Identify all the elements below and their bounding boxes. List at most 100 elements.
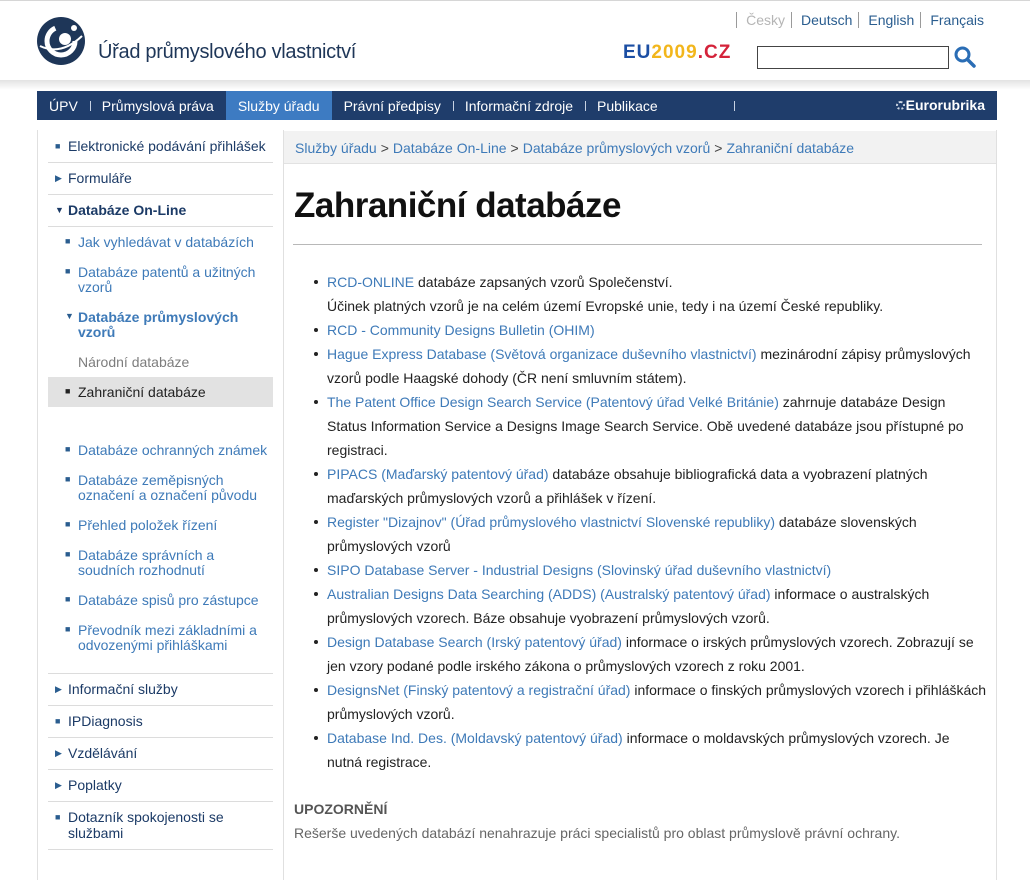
breadcrumb-separator: > <box>380 140 389 156</box>
sidebar-item-label: Databáze On-Line <box>68 202 187 218</box>
main-navigation: ÚPV Průmyslová práva Služby úřadu Právní… <box>37 91 997 120</box>
database-link[interactable]: Database Ind. Des. (Moldavský patentový … <box>327 730 623 746</box>
nav-upv[interactable]: ÚPV <box>37 91 90 120</box>
sidebar-subitem-label: Převodník mezi základními a odvozenými p… <box>78 622 257 653</box>
sidebar-subitem-label: Přehled položek řízení <box>78 517 218 533</box>
sidebar: ■ Elektronické podávání přihlášek ▶ Form… <box>48 131 273 850</box>
database-link[interactable]: RCD - Community Designs Bulletin (OHIM) <box>327 322 595 338</box>
lang-deutsch[interactable]: Deutsch <box>791 12 858 28</box>
breadcrumb: Služby úřadu > Databáze On-Line > Databáze p… <box>284 131 996 164</box>
search-icon <box>954 46 976 68</box>
list-item: SIPO Database Server - Industrial Design… <box>307 558 987 582</box>
arrow-down-icon: ▼ <box>55 205 64 215</box>
sidebar-item-label: Vzdělávání <box>68 745 138 761</box>
sidebar-item-informacni-sluzby[interactable]: ▶ Informační služby <box>48 674 273 706</box>
sidebar-item-dotaznik[interactable]: ■ Dotazník spokojenosti se službami <box>48 802 273 850</box>
sidebar-subitem-prumyslove-vzory[interactable]: ▼ Databáze průmyslových vzorů <box>48 302 273 347</box>
sidebar-subitem-label: Databáze spisů pro zástupce <box>78 592 259 608</box>
database-link[interactable]: Hague Express Database (Světová organiza… <box>327 346 757 362</box>
sidebar-subitem-narodni[interactable]: Národní databáze <box>48 347 273 377</box>
nav-prumyslova-prava[interactable]: Průmyslová práva <box>89 91 226 120</box>
lang-english[interactable]: English <box>858 12 920 28</box>
breadcrumb-item-current[interactable]: Zahraniční databáze <box>726 140 854 156</box>
sidebar-item-poplatky[interactable]: ▶ Poplatky <box>48 770 273 802</box>
sidebar-subitem-prevodnik[interactable]: ■ Převodník mezi základními a odvozenými… <box>48 615 273 660</box>
breadcrumb-separator: > <box>510 140 519 156</box>
notice-text: Rešerše uvedených databází nenahrazuje p… <box>294 825 900 841</box>
database-link[interactable]: Australian Designs Data Searching (ADDS)… <box>327 586 771 602</box>
nav-pravni-predpisy[interactable]: Právní předpisy <box>332 91 453 120</box>
list-item: RCD-ONLINE databáze zapsaných vzorů Spol… <box>307 270 987 318</box>
square-bullet-icon: ■ <box>65 444 71 454</box>
site-title[interactable]: Úřad průmyslového vlastnictví <box>98 41 356 64</box>
list-item: Australian Designs Data Searching (ADDS)… <box>307 582 987 630</box>
database-link[interactable]: Design Database Search (Irský patentový … <box>327 634 622 650</box>
layout-divider <box>996 130 997 880</box>
sidebar-item-label: Dotazník spokojenosti se službami <box>68 809 224 841</box>
sidebar-subitem-prehled-polozek[interactable]: ■ Přehled položek řízení <box>48 510 273 540</box>
list-item: DesignsNet (Finský patentový a registrač… <box>307 678 987 726</box>
eu2009-logo[interactable]: EU2009.CZ <box>623 42 731 64</box>
sidebar-item-label: Poplatky <box>68 777 122 793</box>
sidebar-item-elektronicke-podavani[interactable]: ■ Elektronické podávání přihlášek <box>48 131 273 163</box>
database-link[interactable]: Register "Dizajnov" (Úřad průmyslového v… <box>327 514 775 530</box>
nav-sluzby-uradu[interactable]: Služby úřadu <box>225 91 332 120</box>
sidebar-subitem-label: Databáze ochranných známek <box>78 442 268 458</box>
breadcrumb-item[interactable]: Služby úřadu <box>295 140 377 156</box>
sidebar-item-label: Informační služby <box>68 681 178 697</box>
database-list: RCD-ONLINE databáze zapsaných vzorů Spol… <box>307 270 987 774</box>
list-item: PIPACS (Maďarský patentový úřad) databáz… <box>307 462 987 510</box>
arrow-right-icon: ▶ <box>55 780 62 790</box>
sidebar-item-ipdiagnosis[interactable]: ■ IPDiagnosis <box>48 706 273 738</box>
notice-heading: UPOZORNĚNÍ <box>294 801 388 817</box>
square-bullet-icon: ■ <box>65 624 71 634</box>
database-note: Účinek platných vzorů je na celém území … <box>327 298 884 314</box>
upv-logo-icon[interactable] <box>36 16 86 66</box>
list-item: Design Database Search (Irský patentový … <box>307 630 987 678</box>
sidebar-subitem-label: Národní databáze <box>78 354 190 370</box>
breadcrumb-item[interactable]: Databáze průmyslových vzorů <box>523 140 711 156</box>
database-link[interactable]: PIPACS (Maďarský patentový úřad) <box>327 466 549 482</box>
breadcrumb-separator: > <box>714 140 723 156</box>
eu-stars-icon <box>895 100 905 110</box>
nav-publikace[interactable]: Publikace <box>585 91 670 120</box>
sidebar-subitem-zahranicni[interactable]: ■ Zahraniční databáze <box>48 377 273 407</box>
sidebar-subitem-patenty[interactable]: ■ Databáze patentů a užitných vzorů <box>48 257 273 302</box>
header: Úřad průmyslového vlastnictví Česky Deut… <box>0 0 1030 82</box>
breadcrumb-item[interactable]: Databáze On-Line <box>393 140 507 156</box>
arrow-right-icon: ▶ <box>55 684 62 694</box>
square-bullet-icon: ■ <box>65 266 71 276</box>
square-bullet-icon: ■ <box>65 386 71 396</box>
sidebar-subitem-zemepisna-oznaceni[interactable]: ■ Databáze zeměpisných označení a označe… <box>48 465 273 510</box>
page-title: Zahraniční databáze <box>294 186 621 225</box>
eu2009-part-eu: EU <box>623 42 652 63</box>
nav-informacni-zdroje[interactable]: Informační zdroje <box>452 91 585 120</box>
lang-francais[interactable]: Français <box>920 12 990 28</box>
sidebar-item-vzdelavani[interactable]: ▶ Vzdělávání <box>48 738 273 770</box>
sidebar-subitem-label: Databáze patentů a užitných vzorů <box>78 264 256 295</box>
header-shadow <box>0 80 1030 90</box>
database-link[interactable]: The Patent Office Design Search Service … <box>327 394 779 410</box>
sidebar-subitem-spisy[interactable]: ■ Databáze spisů pro zástupce <box>48 585 273 615</box>
sidebar-item-databaze-online[interactable]: ▼ Databáze On-Line <box>48 195 273 227</box>
square-bullet-icon: ■ <box>65 594 71 604</box>
database-link[interactable]: DesignsNet (Finský patentový a registrač… <box>327 682 630 698</box>
arrow-right-icon: ▶ <box>55 173 62 183</box>
sidebar-subitem-jak-vyhledavat[interactable]: ■ Jak vyhledávat v databázích <box>48 227 273 257</box>
database-link[interactable]: RCD-ONLINE <box>327 274 414 290</box>
sidebar-spacer <box>48 660 273 674</box>
sidebar-subitem-rozhodnuti[interactable]: ■ Databáze správních a soudních rozhodnu… <box>48 540 273 585</box>
sidebar-item-formulare[interactable]: ▶ Formuláře <box>48 163 273 195</box>
main-content: Služby úřadu > Databáze On-Line > Databáze p… <box>284 131 996 880</box>
sidebar-subitem-ochranne-znamky[interactable]: ■ Databáze ochranných známek <box>48 435 273 465</box>
square-bullet-icon: ■ <box>65 549 71 559</box>
list-item: RCD - Community Designs Bulletin (OHIM) <box>307 318 987 342</box>
database-link[interactable]: SIPO Database Server - Industrial Design… <box>327 562 831 578</box>
search-input[interactable] <box>757 46 949 69</box>
lang-cesky: Česky <box>736 12 791 28</box>
nav-eurorubrika[interactable]: Eurorubrika <box>895 97 985 113</box>
sidebar-item-label: IPDiagnosis <box>68 713 143 729</box>
search-button[interactable] <box>953 45 977 69</box>
sidebar-subitem-label: Jak vyhledávat v databázích <box>78 234 254 250</box>
